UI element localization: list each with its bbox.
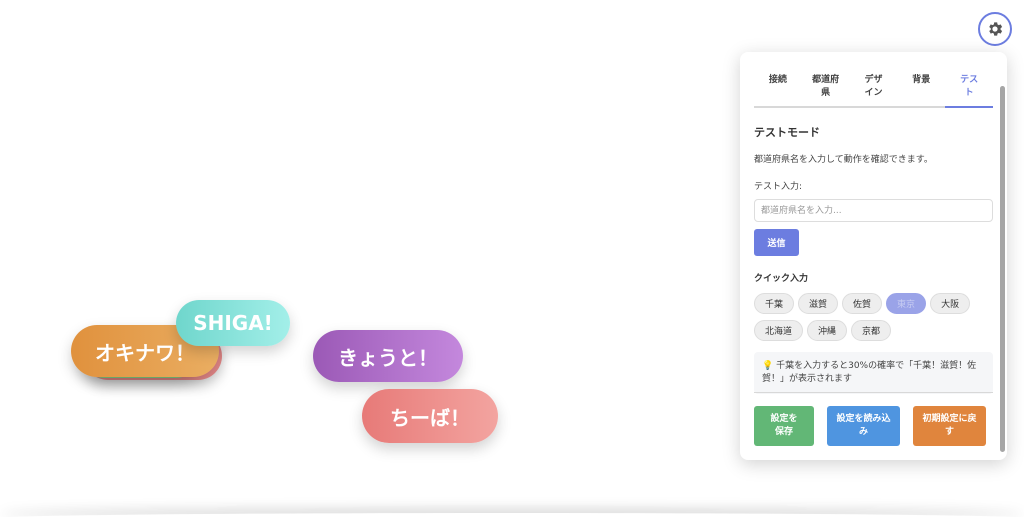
quick-chip-chiba[interactable]: 千葉 (754, 293, 795, 314)
bubble-kyoto: きょうと！ (313, 330, 463, 382)
quick-input-title: クイック入力 (754, 274, 809, 284)
reset-settings-button[interactable]: 初期設定に戻す (913, 406, 986, 446)
settings-panel: 接続 都道府県 デザイン 背景 テスト テストモード 都道府県名を入力して動作を… (740, 52, 1007, 460)
test-input[interactable] (754, 199, 993, 222)
quick-chip-kyoto[interactable]: 京都 (851, 320, 892, 341)
quick-chip-tokyo[interactable]: 東京 (886, 293, 927, 314)
section-description: 都道府県名を入力して動作を確認できます。 (754, 155, 933, 165)
quick-chip-okinawa[interactable]: 沖縄 (807, 320, 848, 341)
section-title: テストモード (754, 126, 820, 139)
quick-input-chips: 千葉 滋賀 佐賀 東京 大阪 北海道 沖縄 京都 (754, 293, 993, 341)
tab-prefectures[interactable]: 都道府県 (802, 70, 850, 106)
quick-chip-hokkaido[interactable]: 北海道 (754, 320, 804, 341)
tab-background[interactable]: 背景 (897, 70, 945, 106)
quick-chip-saga[interactable]: 佐賀 (842, 293, 883, 314)
info-box: 💡 千葉を入力すると30%の確率で「千葉！滋賀！佐賀！」が表示されます (754, 352, 993, 394)
bubble-chiba: ちーば！ (362, 389, 498, 443)
quick-chip-shiga[interactable]: 滋賀 (798, 293, 839, 314)
tab-connection[interactable]: 接続 (754, 70, 802, 106)
tab-design[interactable]: デザイン (850, 70, 898, 106)
lightbulb-icon: 💡 (762, 361, 774, 371)
tab-bar: 接続 都道府県 デザイン 背景 テスト (754, 70, 993, 108)
send-button[interactable]: 送信 (754, 229, 799, 256)
tab-test[interactable]: テスト (945, 70, 993, 108)
action-buttons: 設定を保存 設定を読み込み 初期設定に戻す (754, 406, 986, 446)
quick-chip-osaka[interactable]: 大阪 (930, 293, 971, 314)
info-text: 千葉を入力すると30%の確率で「千葉！滋賀！佐賀！」が表示されます (762, 361, 977, 384)
test-mode-section: テストモード 都道府県名を入力して動作を確認できます。 テスト入力: 送信 クイ… (754, 124, 993, 394)
panel-scrollbar[interactable] (1000, 86, 1005, 452)
bottom-edge-shadow (0, 513, 1024, 517)
test-input-label: テスト入力: (754, 182, 803, 192)
gear-icon (989, 22, 1003, 36)
divider (754, 392, 993, 393)
settings-button[interactable] (978, 12, 1012, 46)
load-settings-button[interactable]: 設定を読み込み (827, 406, 900, 446)
bubble-shiga: SHIGA! (176, 300, 290, 346)
page-canvas: オキナワ！ SHIGA! きょうと！ ちーば！ 接続 都道府県 デザイン 背景 … (0, 0, 1024, 517)
save-settings-button[interactable]: 設定を保存 (754, 406, 814, 446)
